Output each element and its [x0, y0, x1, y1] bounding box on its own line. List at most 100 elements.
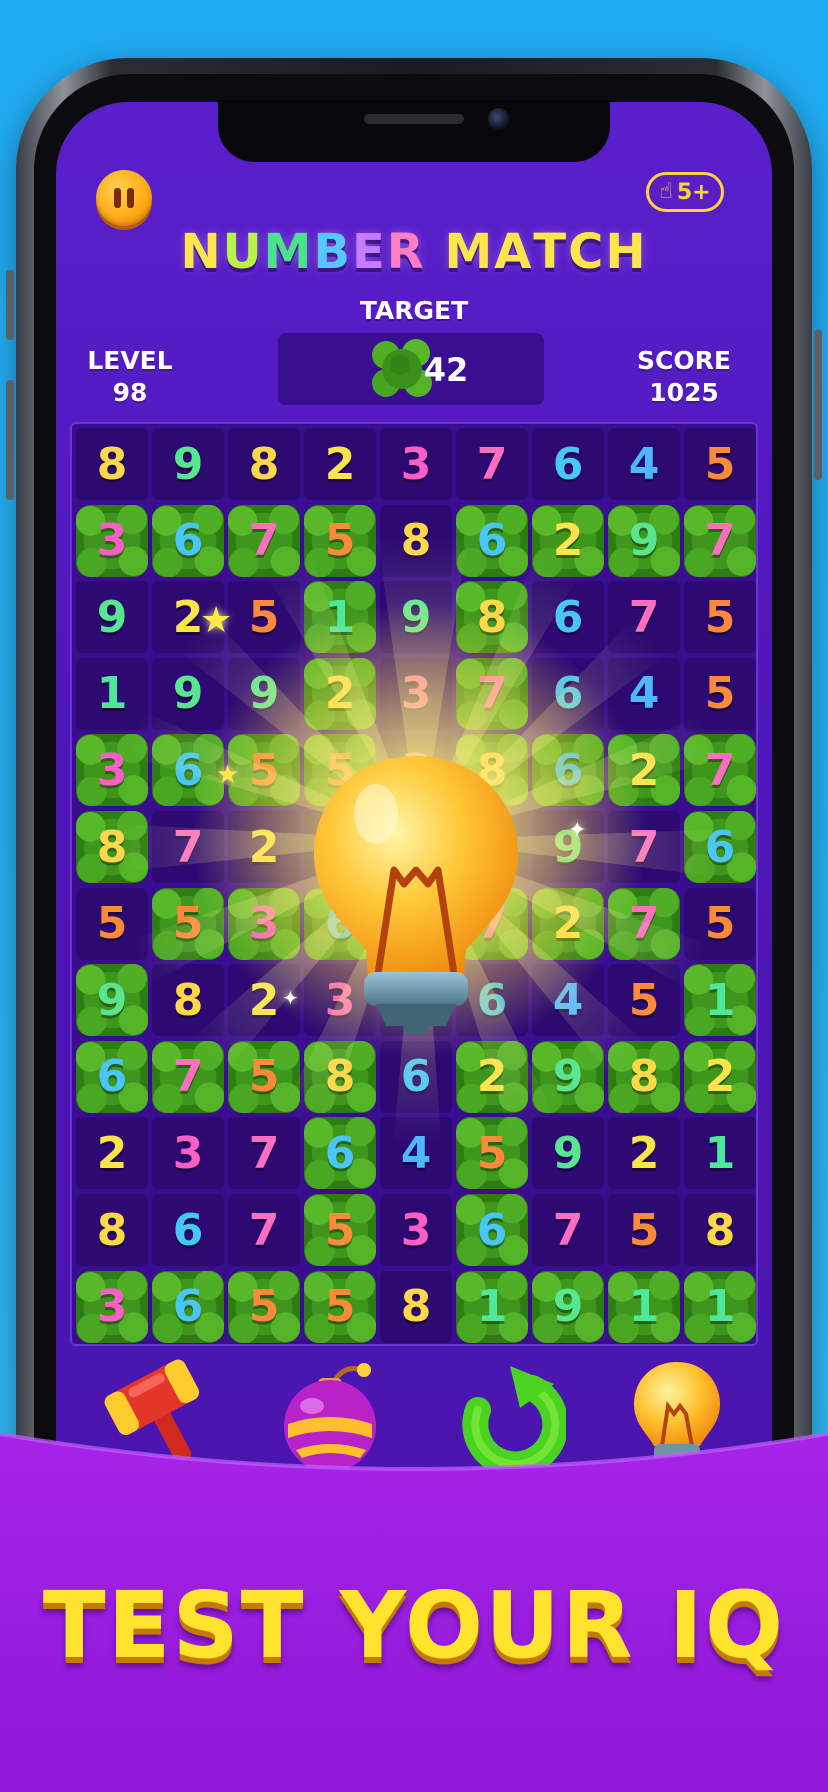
grid-cell-bush[interactable]: 5	[456, 1117, 528, 1190]
grid-cell-bush[interactable]: 7	[456, 657, 528, 730]
grid-cell[interactable]: 5	[684, 581, 756, 654]
grid-cell-bush[interactable]: 6	[152, 734, 224, 807]
cell-number: 9	[552, 1127, 584, 1179]
grid-cell[interactable]: 9	[228, 657, 300, 730]
grid-cell[interactable]: 3	[380, 428, 452, 500]
grid-cell-bush[interactable]: 6	[76, 1040, 148, 1113]
grid-cell[interactable]: 9	[152, 428, 224, 500]
grid-cell-bush[interactable]: 7	[684, 504, 756, 577]
grid-cell[interactable]: 8	[684, 1194, 756, 1266]
grid-cell-bush[interactable]: 7	[684, 734, 756, 807]
grid-cell-bush[interactable]: 6	[456, 1194, 528, 1266]
grid-cell[interactable]: 8	[76, 428, 148, 500]
grid-cell-bush[interactable]: 1	[684, 1270, 756, 1343]
grid-cell-bush[interactable]: 9	[532, 1270, 604, 1343]
grid-cell[interactable]: 9	[152, 657, 224, 730]
grid-cell[interactable]: 7	[152, 811, 224, 883]
grid-cell[interactable]: 6	[532, 657, 604, 730]
grid-cell[interactable]: 9	[532, 1117, 604, 1190]
grid-cell-bush[interactable]: 5	[228, 1270, 300, 1343]
grid-cell[interactable]: 3	[152, 1117, 224, 1190]
grid-cell-bush[interactable]: 3	[76, 734, 148, 807]
grid-cell-bush[interactable]: 6	[684, 811, 756, 883]
grid-cell[interactable]: 8	[76, 1194, 148, 1266]
grid-cell[interactable]: 6	[532, 581, 604, 654]
grid-cell-bush[interactable]: 8	[304, 1040, 376, 1113]
grid-cell[interactable]: 4	[608, 657, 680, 730]
grid-cell-bush[interactable]: 2	[532, 887, 604, 960]
grid-cell[interactable]: 4	[380, 1117, 452, 1190]
grid-cell[interactable]: 9	[76, 581, 148, 654]
grid-cell[interactable]: 8	[152, 964, 224, 1037]
grid-cell[interactable]: 5	[608, 964, 680, 1037]
grid-cell-bush[interactable]: 5	[304, 1270, 376, 1343]
grid-cell[interactable]: 1	[684, 1117, 756, 1190]
grid-cell-bush[interactable]: 7	[228, 504, 300, 577]
cell-number: 9	[248, 668, 280, 720]
grid-cell[interactable]: 5	[684, 657, 756, 730]
grid-cell[interactable]: 4	[608, 428, 680, 500]
grid-cell[interactable]: 5	[684, 887, 756, 960]
hint-counter[interactable]: ☝ 5+	[646, 172, 724, 212]
grid-cell-bush[interactable]: 6	[152, 1270, 224, 1343]
grid-cell-bush[interactable]: 8	[608, 1040, 680, 1113]
grid-cell[interactable]: 5	[608, 1194, 680, 1266]
grid-cell-bush[interactable]: 1	[456, 1270, 528, 1343]
grid-cell[interactable]: 5	[228, 581, 300, 654]
grid-cell[interactable]: 5	[684, 428, 756, 500]
grid-cell-bush[interactable]: 7	[608, 887, 680, 960]
grid-cell-bush[interactable]: 9	[76, 964, 148, 1037]
grid-cell[interactable]: 6	[380, 1040, 452, 1113]
grid-cell[interactable]: 4	[532, 964, 604, 1037]
grid-cell[interactable]: 6	[532, 428, 604, 500]
grid-cell[interactable]: 9	[380, 581, 452, 654]
cell-number: 8	[324, 1051, 356, 1103]
grid-cell[interactable]: 7	[532, 1194, 604, 1266]
cell-number: 4	[552, 974, 584, 1026]
grid-cell-bush[interactable]: 9	[608, 504, 680, 577]
grid-cell-bush[interactable]: 7	[152, 1040, 224, 1113]
grid-cell[interactable]: 7	[228, 1194, 300, 1266]
grid-cell[interactable]: 5	[76, 887, 148, 960]
grid-cell[interactable]: 7	[228, 1117, 300, 1190]
grid-cell[interactable]: 8	[380, 1270, 452, 1343]
grid-cell-bush[interactable]: 8	[456, 581, 528, 654]
grid-cell-bush[interactable]: 8	[76, 811, 148, 883]
grid-cell[interactable]: 7	[608, 811, 680, 883]
grid-cell[interactable]: 2	[608, 1117, 680, 1190]
grid-cell[interactable]: 7	[608, 581, 680, 654]
grid-cell-bush[interactable]: 2	[532, 504, 604, 577]
grid-cell-bush[interactable]: 5	[152, 887, 224, 960]
grid-cell-bush[interactable]: 2	[456, 1040, 528, 1113]
title-letter: T	[533, 224, 569, 280]
grid-cell-bush[interactable]: 1	[304, 581, 376, 654]
grid-cell-bush[interactable]: 3	[76, 504, 148, 577]
grid-cell[interactable]: 2	[228, 811, 300, 883]
grid-cell-bush[interactable]: 2	[304, 657, 376, 730]
grid-cell[interactable]: 2	[304, 428, 376, 500]
grid-cell[interactable]: 3	[380, 1194, 452, 1266]
grid-cell[interactable]: 8	[228, 428, 300, 500]
grid-cell-bush[interactable]: 6	[304, 1117, 376, 1190]
grid-cell-bush[interactable]: 1	[684, 964, 756, 1037]
grid-cell-bush[interactable]: 5	[228, 1040, 300, 1113]
pause-button[interactable]	[96, 170, 152, 226]
grid-cell-bush[interactable]: 9	[532, 1040, 604, 1113]
grid-cell[interactable]: 6	[152, 1194, 224, 1266]
cell-number: 5	[628, 974, 660, 1026]
grid-cell[interactable]: 1	[76, 657, 148, 730]
grid-cell-bush[interactable]: 6	[532, 734, 604, 807]
grid-cell-bush[interactable]: 3	[228, 887, 300, 960]
grid-cell[interactable]: 2	[76, 1117, 148, 1190]
grid-cell[interactable]: 3	[380, 657, 452, 730]
grid-cell-bush[interactable]: 5	[304, 504, 376, 577]
grid-cell-bush[interactable]: 1	[608, 1270, 680, 1343]
grid-cell-bush[interactable]: 2	[684, 1040, 756, 1113]
grid-cell-bush[interactable]: 6	[152, 504, 224, 577]
grid-cell-bush[interactable]: 3	[76, 1270, 148, 1343]
grid-cell[interactable]: 7	[456, 428, 528, 500]
grid-cell-bush[interactable]: 2	[608, 734, 680, 807]
grid-cell[interactable]: 8	[380, 504, 452, 577]
grid-cell-bush[interactable]: 5	[304, 1194, 376, 1266]
grid-cell-bush[interactable]: 6	[456, 504, 528, 577]
